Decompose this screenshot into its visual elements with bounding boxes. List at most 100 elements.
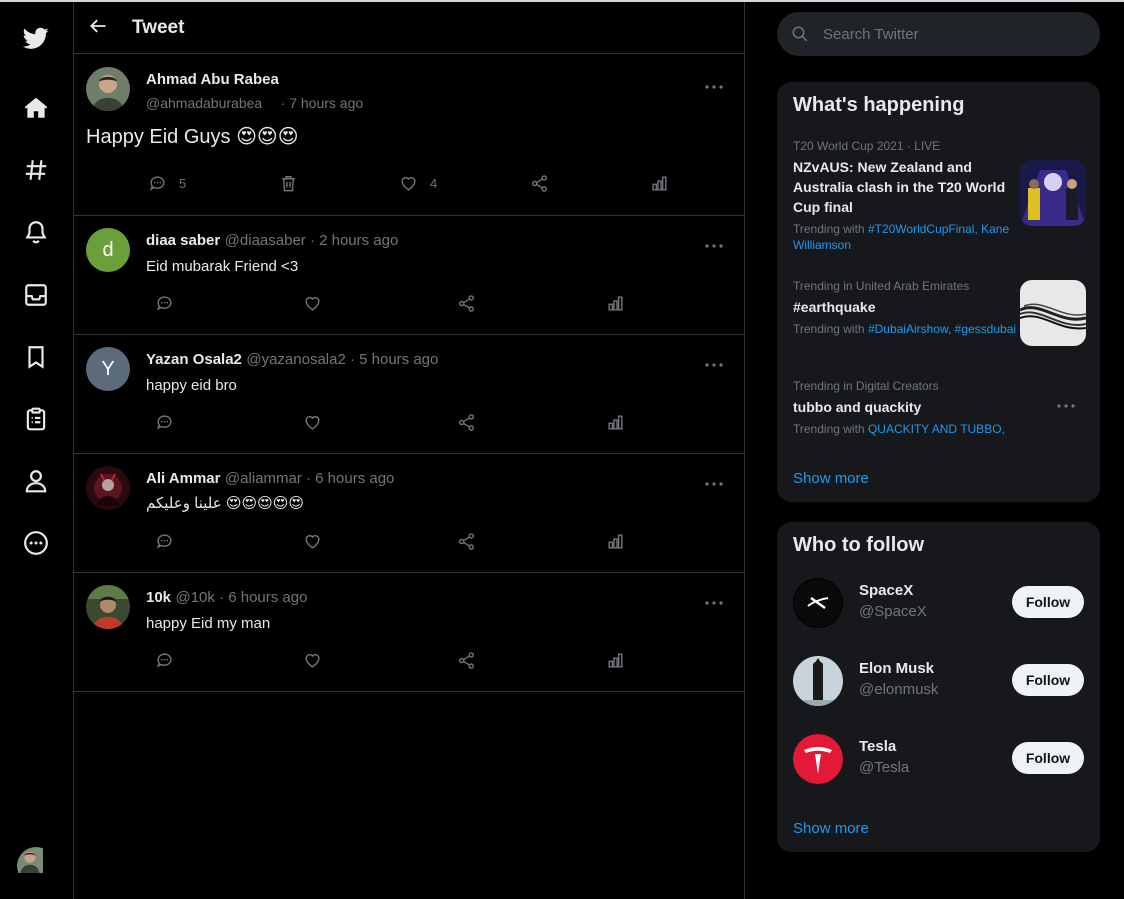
explore-hashtag-icon[interactable] bbox=[22, 156, 50, 184]
tweet-actions bbox=[74, 294, 745, 318]
author-name[interactable]: 10k bbox=[146, 589, 171, 606]
follow-suggestion[interactable]: Elon Musk @elonmusk Follow bbox=[793, 656, 1084, 706]
twitter-logo-icon[interactable] bbox=[22, 24, 50, 52]
tweet-actions bbox=[74, 413, 745, 437]
trend-item[interactable]: T20 World Cup 2021 · LIVE NZvAUS: New Ze… bbox=[793, 139, 1018, 253]
reply-button[interactable] bbox=[155, 651, 174, 670]
heart-icon bbox=[305, 654, 320, 668]
analytics-bars-icon bbox=[608, 296, 623, 311]
trash-icon bbox=[282, 176, 295, 192]
messages-inbox-icon[interactable] bbox=[22, 281, 50, 309]
author-name[interactable]: diaa saber bbox=[146, 232, 220, 249]
account-name[interactable]: SpaceX bbox=[859, 582, 913, 599]
profile-person-icon[interactable] bbox=[22, 467, 50, 495]
share-button[interactable] bbox=[457, 651, 476, 670]
trend-related: Trending with QUACKITY AND TUBBO, bbox=[793, 422, 1005, 436]
follow-button[interactable]: Follow bbox=[1012, 742, 1084, 774]
home-icon[interactable] bbox=[22, 94, 50, 122]
follow-show-more-link[interactable]: Show more bbox=[793, 820, 869, 837]
bookmarks-icon[interactable] bbox=[22, 343, 50, 371]
like-button[interactable] bbox=[303, 532, 322, 551]
like-button[interactable]: 4 bbox=[399, 174, 437, 193]
share-button[interactable] bbox=[530, 174, 549, 193]
trend-context: Trending in United Arab Emirates bbox=[793, 279, 970, 293]
reply-tweet[interactable]: Y Yazan Osala2 @yazanosala2 · 5 hours ag… bbox=[74, 335, 744, 454]
more-dots-icon[interactable] bbox=[704, 241, 724, 251]
more-dots-icon[interactable] bbox=[704, 598, 724, 608]
back-arrow-icon[interactable] bbox=[88, 16, 108, 36]
like-button[interactable] bbox=[303, 413, 322, 432]
tweet-actions bbox=[74, 532, 745, 556]
author-handle-time[interactable]: @yazanosala2 · 5 hours ago bbox=[246, 351, 438, 368]
reply-button[interactable]: 5 bbox=[148, 174, 186, 193]
page-title: Tweet bbox=[132, 17, 185, 38]
share-icon bbox=[531, 175, 548, 192]
follow-button[interactable]: Follow bbox=[1012, 586, 1084, 618]
reply-button[interactable] bbox=[155, 413, 174, 432]
delete-button[interactable] bbox=[279, 174, 298, 193]
analytics-button[interactable] bbox=[606, 413, 625, 432]
trend-item[interactable]: Trending in Digital Creators tubbo and q… bbox=[793, 379, 1018, 437]
more-dots-icon[interactable] bbox=[704, 82, 724, 92]
share-button[interactable] bbox=[457, 294, 476, 313]
lists-clipboard-icon[interactable] bbox=[22, 405, 50, 433]
reply-button[interactable] bbox=[155, 294, 174, 313]
search-bar[interactable] bbox=[777, 12, 1100, 56]
trend-thumbnail[interactable] bbox=[1020, 160, 1086, 226]
avatar[interactable] bbox=[86, 585, 130, 629]
trend-related: Trending with #DubaiAirshow, #gessdubai bbox=[793, 322, 1017, 336]
follow-suggestion[interactable]: Tesla @Tesla Follow bbox=[793, 734, 1084, 784]
account-avatar[interactable] bbox=[793, 656, 843, 706]
heart-icon bbox=[305, 297, 320, 311]
author-handle[interactable]: @ahmadaburabea bbox=[146, 95, 262, 111]
analytics-button[interactable] bbox=[606, 651, 625, 670]
reply-button[interactable] bbox=[155, 532, 174, 551]
current-user-avatar[interactable] bbox=[17, 847, 55, 885]
trends-show-more-link[interactable]: Show more bbox=[793, 470, 869, 487]
analytics-button[interactable] bbox=[650, 174, 669, 193]
author-handle-time[interactable]: @aliammar · 6 hours ago bbox=[225, 470, 394, 487]
trend-topic: #earthquake bbox=[793, 299, 876, 315]
author-handle-time[interactable]: @diaasaber · 2 hours ago bbox=[225, 232, 399, 249]
share-button[interactable] bbox=[457, 532, 476, 551]
reply-tweet[interactable]: Ali Ammar @aliammar · 6 hours ago علينا … bbox=[74, 454, 744, 573]
reply-count: 5 bbox=[179, 176, 187, 191]
share-button[interactable] bbox=[457, 413, 476, 432]
account-name[interactable]: Tesla bbox=[859, 738, 896, 755]
avatar[interactable] bbox=[86, 67, 130, 111]
account-avatar[interactable] bbox=[793, 578, 843, 628]
reply-tweet[interactable]: 10k @10k · 6 hours ago happy Eid my man bbox=[74, 573, 744, 692]
reply-tweet[interactable]: d diaa saber @diaasaber · 2 hours ago Ei… bbox=[74, 216, 744, 335]
analytics-button[interactable] bbox=[606, 294, 625, 313]
trend-item[interactable]: Trending in United Arab Emirates #earthq… bbox=[793, 279, 1018, 337]
reply-bubble-icon bbox=[149, 176, 165, 191]
more-dots-icon[interactable] bbox=[704, 360, 724, 370]
trend-thumbnail[interactable] bbox=[1020, 280, 1086, 346]
replies-list: d diaa saber @diaasaber · 2 hours ago Ei… bbox=[74, 216, 744, 692]
like-button[interactable] bbox=[303, 294, 322, 313]
like-button[interactable] bbox=[303, 651, 322, 670]
search-input[interactable] bbox=[823, 25, 1073, 43]
trend-link[interactable]: QUACKITY AND TUBBO, bbox=[868, 422, 1005, 436]
follow-button[interactable]: Follow bbox=[1012, 664, 1084, 696]
author-name[interactable]: Ali Ammar bbox=[146, 470, 220, 487]
trend-more-dots-icon[interactable] bbox=[1056, 401, 1076, 411]
avatar[interactable]: d bbox=[86, 228, 130, 272]
author-name[interactable]: Yazan Osala2 bbox=[146, 351, 242, 368]
avatar[interactable] bbox=[86, 466, 130, 510]
avatar[interactable]: Y bbox=[86, 347, 130, 391]
account-name[interactable]: Elon Musk bbox=[859, 660, 934, 677]
notifications-bell-icon[interactable] bbox=[22, 218, 50, 246]
author-handle-time[interactable]: @10k · 6 hours ago bbox=[175, 589, 307, 606]
main-tweet[interactable]: Ahmad Abu Rabea @ahmadaburabea · 7 hours… bbox=[74, 54, 744, 216]
trend-topic: NZvAUS: New Zealand and Australia clash … bbox=[793, 159, 1006, 215]
more-dots-icon[interactable] bbox=[704, 479, 724, 489]
more-options-circle-icon[interactable] bbox=[22, 529, 50, 557]
who-to-follow-panel: Who to follow SpaceX @SpaceX Follow Elon… bbox=[777, 522, 1100, 852]
author-name[interactable]: Ahmad Abu Rabea bbox=[146, 71, 279, 88]
follow-suggestion[interactable]: SpaceX @SpaceX Follow bbox=[793, 578, 1084, 628]
analytics-button[interactable] bbox=[606, 532, 625, 551]
analytics-bars-icon bbox=[652, 176, 667, 191]
trend-link[interactable]: #DubaiAirshow, #gessdubai bbox=[868, 322, 1016, 336]
account-avatar[interactable] bbox=[793, 734, 843, 784]
